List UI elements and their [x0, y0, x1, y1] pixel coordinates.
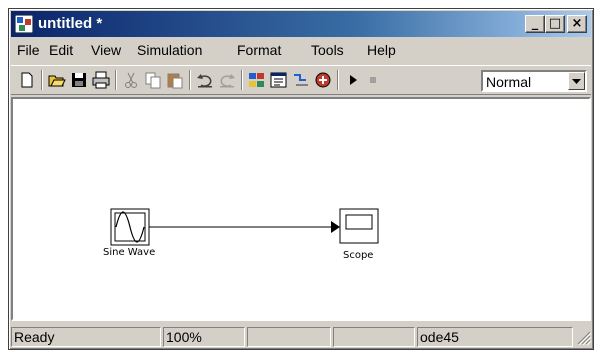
maximize-button[interactable]: □ [545, 15, 565, 33]
simulation-mode-value: Normal [486, 74, 532, 90]
menu-format[interactable]: Format [237, 41, 281, 59]
scope-icon [345, 214, 373, 230]
cut-icon[interactable] [121, 70, 141, 90]
diagram-layer [110, 208, 379, 246]
simulink-app-icon [15, 15, 33, 33]
simulation-mode-select[interactable]: Normal [481, 70, 587, 92]
toolbar-separator [115, 70, 117, 90]
menu-bar: File Edit View Simulation Format Tools H… [11, 39, 591, 61]
new-model-icon[interactable] [17, 70, 37, 90]
sine-wave-block[interactable] [110, 208, 150, 246]
model-window: untitled * _ □ × File Edit View Simulati… [8, 8, 594, 350]
window-title: untitled * [38, 15, 103, 32]
paste-icon[interactable] [165, 70, 185, 90]
model-browser-icon[interactable] [269, 70, 289, 90]
status-state: Ready [11, 327, 161, 347]
close-button[interactable]: × [567, 15, 587, 33]
stop-simulation-icon[interactable] [363, 70, 383, 90]
toolbar-separator [189, 70, 191, 90]
library-browser-icon[interactable] [247, 70, 267, 90]
scope-block[interactable] [339, 208, 379, 244]
save-icon[interactable] [69, 70, 89, 90]
redo-icon[interactable] [217, 70, 237, 90]
open-icon[interactable] [47, 70, 67, 90]
menu-tools[interactable]: Tools [311, 41, 344, 59]
copy-icon[interactable] [143, 70, 163, 90]
menu-simulation[interactable]: Simulation [137, 41, 202, 59]
scope-label: Scope [343, 250, 374, 261]
toolbar-separator [337, 70, 339, 90]
toolbar: Normal [11, 65, 591, 95]
title-bar[interactable]: untitled * _ □ × [11, 11, 591, 37]
status-zoom: 100% [163, 327, 245, 347]
toolbar-separator [41, 70, 43, 90]
menu-help[interactable]: Help [367, 41, 396, 59]
signal-line[interactable] [149, 221, 340, 233]
model-canvas[interactable]: Sine Wave Scope [11, 97, 591, 321]
start-simulation-icon[interactable] [343, 70, 363, 90]
sine-wave-label: Sine Wave [103, 247, 156, 258]
status-solver: ode45 [417, 327, 573, 347]
debug-icon[interactable] [313, 70, 333, 90]
undo-icon[interactable] [195, 70, 215, 90]
menu-file[interactable]: File [17, 41, 40, 59]
toolbar-separator [241, 70, 243, 90]
status-cell [333, 327, 415, 347]
resize-grip-icon[interactable] [575, 329, 591, 345]
menu-view[interactable]: View [91, 41, 121, 59]
chevron-down-icon[interactable] [568, 72, 585, 90]
status-bar: Ready 100% ode45 [11, 325, 591, 347]
print-icon[interactable] [91, 70, 111, 90]
minimize-button[interactable]: _ [525, 15, 545, 33]
toggle-icon[interactable] [291, 70, 311, 90]
status-cell [247, 327, 331, 347]
menu-edit[interactable]: Edit [49, 41, 73, 59]
